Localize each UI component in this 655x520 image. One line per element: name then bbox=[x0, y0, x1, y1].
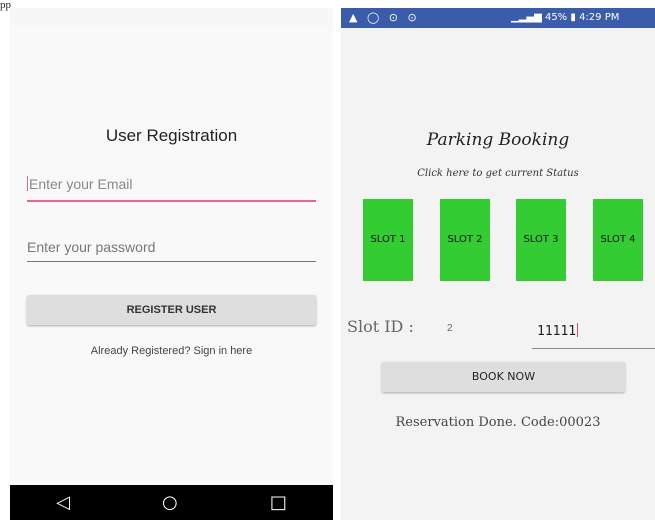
home-icon[interactable]: ○ bbox=[162, 492, 178, 513]
notification-icons: ▲ ◯ ⊙ ⊙ bbox=[349, 11, 420, 24]
navigation-bar: ◁ ○ □ bbox=[10, 485, 333, 520]
slot-1-button[interactable]: SLOT 1 bbox=[363, 199, 413, 281]
clock: 4:29 PM bbox=[579, 12, 620, 23]
email-placeholder: Enter your Email bbox=[29, 176, 133, 192]
status-bar bbox=[10, 8, 333, 26]
slot-3-button[interactable]: SLOT 3 bbox=[516, 199, 566, 281]
slot-id-label: Slot ID : bbox=[347, 317, 414, 336]
parking-booking-screen: ▲ ◯ ⊙ ⊙ ▁▂▄▆ 45% ▮ 4:29 PM Parking Booki… bbox=[341, 8, 655, 520]
recents-icon[interactable]: □ bbox=[270, 492, 287, 513]
reservation-status: Reservation Done. Code:00023 bbox=[395, 415, 601, 430]
email-field[interactable]: Enter your Email bbox=[27, 176, 316, 202]
text-cursor bbox=[577, 323, 579, 337]
battery-icon: ▮ bbox=[570, 12, 580, 23]
slot-id-value: 2 bbox=[447, 323, 453, 334]
register-user-button[interactable]: REGISTER USER bbox=[27, 295, 316, 325]
signal-icon: ▁▂▄▆ bbox=[511, 12, 545, 23]
slot-2-button[interactable]: SLOT 2 bbox=[440, 199, 490, 281]
text-cursor bbox=[27, 176, 28, 191]
password-placeholder: Enter your password bbox=[27, 239, 156, 255]
status-bar: ▲ ◯ ⊙ ⊙ ▁▂▄▆ 45% ▮ 4:29 PM bbox=[341, 8, 655, 28]
code-input-text: 11111 bbox=[537, 323, 579, 339]
page-title: Parking Booking bbox=[426, 130, 570, 150]
password-field[interactable]: Enter your password bbox=[27, 239, 316, 262]
back-icon[interactable]: ◁ bbox=[56, 492, 70, 513]
registration-screen: User Registration Enter your Email Enter… bbox=[10, 8, 333, 520]
current-status-link[interactable]: Click here to get current Status bbox=[341, 168, 655, 179]
book-now-button[interactable]: BOOK NOW bbox=[382, 362, 625, 392]
system-status: ▁▂▄▆ 45% ▮ 4:29 PM bbox=[511, 8, 619, 28]
slot-4-button[interactable]: SLOT 4 bbox=[593, 199, 643, 281]
battery-percentage: 45% bbox=[544, 12, 568, 23]
code-input[interactable]: 11111 bbox=[532, 318, 655, 349]
sign-in-link[interactable]: Already Registered? Sign in here bbox=[10, 345, 333, 357]
page-title: User Registration bbox=[105, 126, 238, 145]
